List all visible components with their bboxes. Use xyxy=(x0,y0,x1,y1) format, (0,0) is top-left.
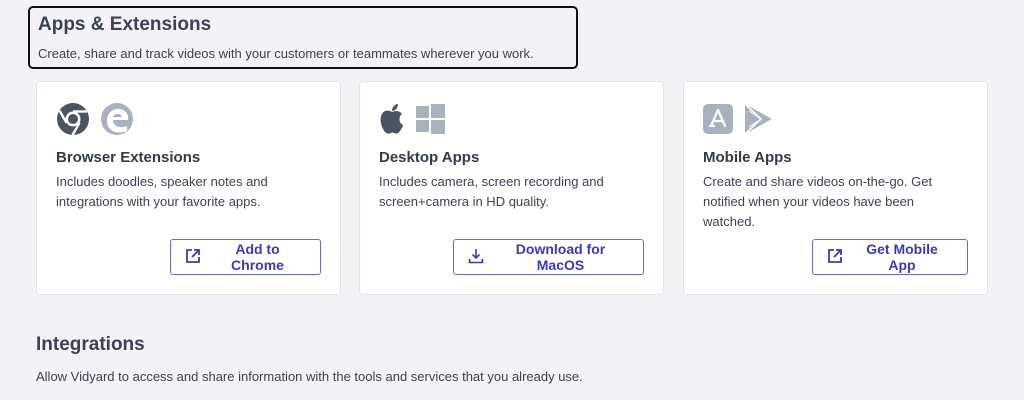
button-label: Add to Chrome xyxy=(231,241,284,273)
card-description: Includes doodles, speaker notes and inte… xyxy=(56,174,268,209)
external-link-icon xyxy=(827,248,843,267)
card-title: Desktop Apps xyxy=(379,149,480,166)
button-label: Download for MacOS xyxy=(515,241,606,273)
card-title: Mobile Apps xyxy=(703,149,792,166)
edge-icon xyxy=(100,102,134,136)
windows-icon xyxy=(415,104,445,134)
integrations-description: Allow Vidyard to access and share inform… xyxy=(36,369,583,384)
app-store-icon xyxy=(703,104,733,134)
google-play-icon xyxy=(743,103,773,135)
download-for-macos-button[interactable]: Download for MacOS xyxy=(453,239,644,275)
get-mobile-app-button[interactable]: Get Mobile App xyxy=(812,239,968,275)
desktop-apps-card: Desktop Apps Includes camera, screen rec… xyxy=(359,81,664,295)
browser-extensions-card: Browser Extensions Includes doodles, spe… xyxy=(36,81,341,295)
card-icons xyxy=(703,102,773,136)
mobile-apps-card: Mobile Apps Create and share videos on-t… xyxy=(683,81,988,295)
apple-icon xyxy=(379,103,405,135)
apps-extensions-header: Apps & Extensions Create, share and trac… xyxy=(28,6,578,69)
card-title: Browser Extensions xyxy=(56,149,201,166)
download-icon xyxy=(468,248,484,267)
button-label: Get Mobile App xyxy=(866,241,938,273)
card-description: Includes camera, screen recording and sc… xyxy=(379,174,604,209)
integrations-title: Integrations xyxy=(36,334,145,355)
page-title: Apps & Extensions xyxy=(38,14,212,35)
page-subtitle: Create, share and track videos with your… xyxy=(38,46,534,61)
external-link-icon xyxy=(185,248,201,267)
card-description: Create and share videos on-the-go. Get n… xyxy=(703,174,933,229)
chrome-icon xyxy=(56,102,90,136)
card-icons xyxy=(56,102,134,136)
card-icons xyxy=(379,102,445,136)
add-to-chrome-button[interactable]: Add to Chrome xyxy=(170,239,321,275)
